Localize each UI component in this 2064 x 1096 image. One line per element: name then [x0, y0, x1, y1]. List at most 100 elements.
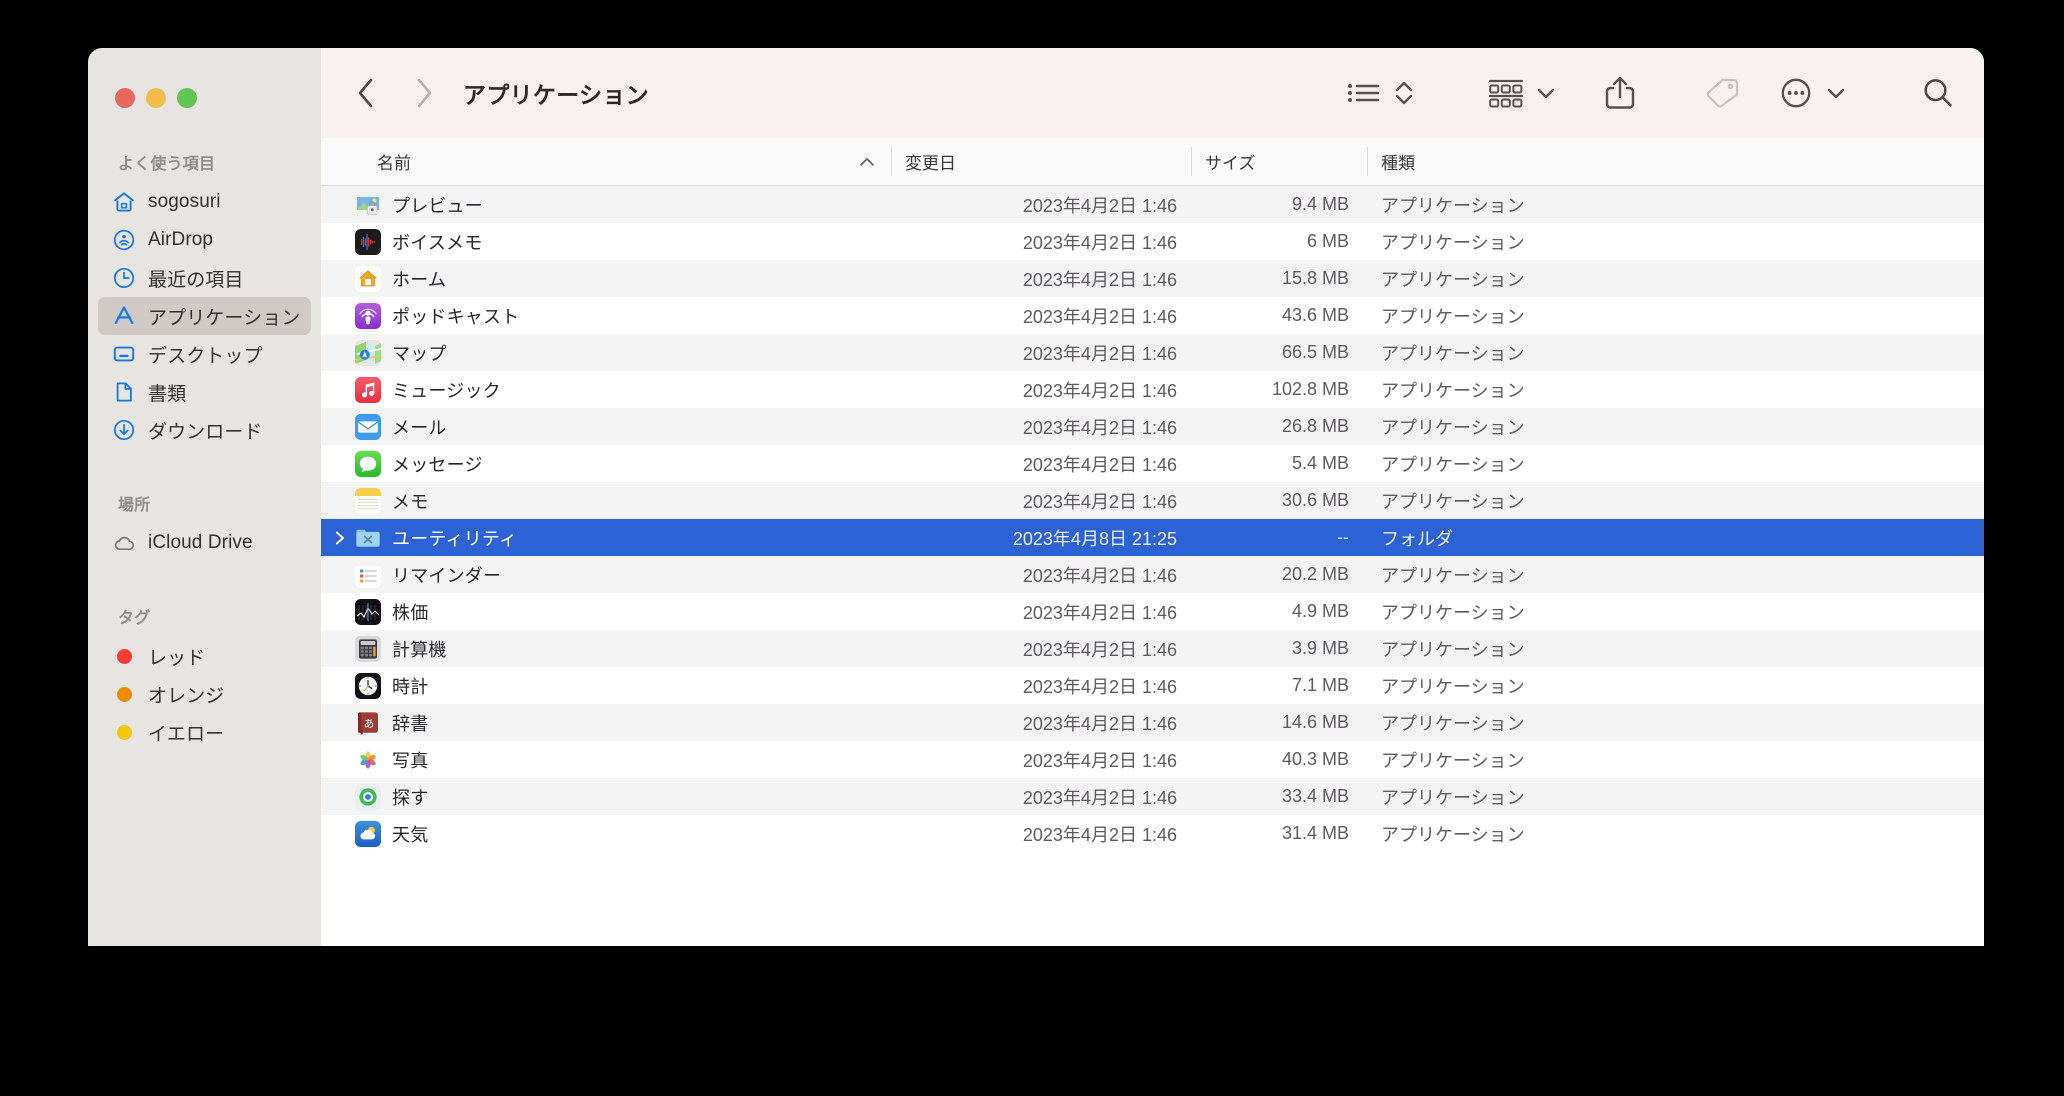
sidebar-item-0-2[interactable]: 最近の項目 [98, 259, 311, 297]
file-date-cell: 2023年4月2日 1:46 [1022, 491, 1177, 512]
file-kind-cell: アプリケーション [1381, 306, 1525, 327]
cloud-icon [112, 531, 136, 555]
more-actions-chevron-down-icon[interactable] [1816, 70, 1856, 116]
file-size-cell: 102.8 MB [1271, 379, 1349, 399]
file-name-label: 天気 [392, 824, 429, 845]
file-size-cell: 4.9 MB [1291, 601, 1349, 621]
table-row[interactable]: プレビュー 2023年4月2日 1:46 9.4 MB アプリケーション [321, 186, 1984, 223]
group-by-chevron-down-icon[interactable] [1526, 70, 1566, 116]
table-row[interactable]: 天気 2023年4月2日 1:46 31.4 MB アプリケーション [321, 815, 1984, 852]
column-header-label: 種類 [1381, 154, 1415, 173]
list-view-button[interactable] [1344, 70, 1384, 116]
table-row[interactable]: ホーム 2023年4月2日 1:46 15.8 MB アプリケーション [321, 260, 1984, 297]
file-name-label: 計算機 [392, 639, 447, 660]
calculator-app-icon [355, 635, 381, 662]
sidebar-item-0-6[interactable]: ダウンロード [98, 411, 311, 449]
file-list[interactable]: プレビュー 2023年4月2日 1:46 9.4 MB アプリケーション ボイスメモ 20… [321, 186, 1984, 946]
sidebar-item-1-0[interactable]: iCloud Drive [98, 524, 311, 562]
mail-app-icon [355, 413, 381, 440]
file-date-cell: 2023年4月2日 1:46 [1022, 602, 1177, 623]
file-kind-cell: アプリケーション [1381, 565, 1525, 586]
table-row[interactable]: メール 2023年4月2日 1:46 26.8 MB アプリケーション [321, 408, 1984, 445]
table-row[interactable]: 写真 2023年4月2日 1:46 40.3 MB アプリケーション [321, 741, 1984, 778]
file-name-label: マップ [392, 343, 447, 364]
forward-button[interactable] [401, 70, 447, 116]
file-date-cell: 2023年4月2日 1:46 [1022, 454, 1177, 475]
sidebar-item-label: iCloud Drive [148, 532, 253, 553]
share-button[interactable] [1600, 70, 1640, 116]
tag-button[interactable] [1702, 70, 1742, 116]
file-kind-cell: アプリケーション [1381, 491, 1525, 512]
file-date-cell: 2023年4月8日 21:25 [1012, 528, 1177, 549]
table-row[interactable]: 株価 2023年4月2日 1:46 4.9 MB アプリケーション [321, 593, 1984, 630]
column-header-label: サイズ [1205, 154, 1256, 173]
findmy-app-icon [355, 783, 381, 810]
table-row[interactable]: ボイスメモ 2023年4月2日 1:46 6 MB アプリケーション [321, 223, 1984, 260]
file-kind-cell: アプリケーション [1381, 824, 1525, 845]
sidebar-item-0-4[interactable]: デスクトップ [98, 335, 311, 373]
photos-app-icon [355, 746, 381, 773]
file-size-cell: -- [1337, 527, 1349, 547]
file-name-cell: 探す [321, 783, 891, 810]
table-row[interactable]: あ 辞書 2023年4月2日 1:46 14.6 MB アプリケーション [321, 704, 1984, 741]
table-row[interactable]: マップ 2023年4月2日 1:46 66.5 MB アプリケーション [321, 334, 1984, 371]
sidebar-item-0-1[interactable]: AirDrop [98, 221, 311, 259]
home-app-icon [355, 265, 381, 292]
sidebar-item-0-5[interactable]: 書類 [98, 373, 311, 411]
more-actions-button[interactable] [1776, 70, 1816, 116]
back-button[interactable] [343, 70, 389, 116]
file-date-cell: 2023年4月2日 1:46 [1022, 380, 1177, 401]
sidebar-item-2-0[interactable]: レッド [98, 637, 311, 675]
music-app-icon [355, 376, 381, 403]
table-row[interactable]: ポッドキャスト 2023年4月2日 1:46 43.6 MB アプリケーション [321, 297, 1984, 334]
sidebar-item-0-0[interactable]: sogosuri [98, 183, 311, 221]
file-name-cell: リマインダー [321, 561, 891, 588]
svg-text:あ: あ [364, 718, 375, 730]
table-row[interactable]: 計算機 2023年4月2日 1:46 3.9 MB アプリケーション [321, 630, 1984, 667]
messages-app-icon [355, 450, 381, 477]
file-date-cell: 2023年4月2日 1:46 [1022, 639, 1177, 660]
file-size-cell: 40.3 MB [1281, 749, 1349, 769]
column-header-size[interactable]: サイズ [1191, 138, 1367, 185]
sidebar-item-2-2[interactable]: イエロー [98, 713, 311, 751]
toolbar: アプリケーション [321, 48, 1984, 138]
minimize-button[interactable] [146, 88, 166, 108]
file-date-cell: 2023年4月2日 1:46 [1022, 306, 1177, 327]
file-name-label: メール [392, 417, 447, 438]
group-by-button[interactable] [1486, 70, 1526, 116]
file-kind-cell: アプリケーション [1381, 232, 1525, 253]
table-row[interactable]: ミュージック 2023年4月2日 1:46 102.8 MB アプリケーション [321, 371, 1984, 408]
file-name-cell: 計算機 [321, 635, 891, 662]
file-size-cell: 5.4 MB [1291, 453, 1349, 473]
column-header-date[interactable]: 変更日 [891, 138, 1191, 185]
podcasts-app-icon [355, 302, 381, 329]
table-row[interactable]: メモ 2023年4月2日 1:46 30.6 MB アプリケーション [321, 482, 1984, 519]
search-button[interactable] [1918, 70, 1958, 116]
file-name-cell: ユーティリティ [321, 525, 891, 551]
file-name-cell: 時計 [321, 672, 891, 699]
file-date-cell: 2023年4月2日 1:46 [1022, 713, 1177, 734]
applications-icon [112, 304, 136, 328]
table-row[interactable]: リマインダー 2023年4月2日 1:46 20.2 MB アプリケーション [321, 556, 1984, 593]
close-button[interactable] [115, 88, 135, 108]
column-header-kind[interactable]: 種類 [1367, 138, 1984, 185]
sidebar-item-2-1[interactable]: オレンジ [98, 675, 311, 713]
table-row[interactable]: 時計 2023年4月2日 1:46 7.1 MB アプリケーション [321, 667, 1984, 704]
file-size-cell: 20.2 MB [1281, 564, 1349, 584]
file-name-cell: メッセージ [321, 450, 891, 477]
maps-app-icon [355, 339, 381, 366]
sidebar-item-0-3[interactable]: アプリケーション [98, 297, 311, 335]
column-header-row: 名前 変更日 サイズ 種類 [321, 138, 1984, 186]
sidebar-item-label: AirDrop [148, 229, 214, 250]
table-row[interactable]: ユーティリティ 2023年4月8日 21:25 -- フォルダ [321, 519, 1984, 556]
tag-dot-icon [112, 644, 136, 668]
maximize-button[interactable] [177, 88, 197, 108]
file-name-label: 株価 [392, 602, 429, 623]
column-header-name[interactable]: 名前 [321, 138, 891, 185]
table-row[interactable]: 探す 2023年4月2日 1:46 33.4 MB アプリケーション [321, 778, 1984, 815]
table-row[interactable]: メッセージ 2023年4月2日 1:46 5.4 MB アプリケーション [321, 445, 1984, 482]
desktop-icon [112, 342, 136, 366]
disclosure-chevron-right-icon[interactable] [329, 530, 351, 546]
file-date-cell: 2023年4月2日 1:46 [1022, 787, 1177, 808]
view-sort-stepper[interactable] [1384, 70, 1424, 116]
